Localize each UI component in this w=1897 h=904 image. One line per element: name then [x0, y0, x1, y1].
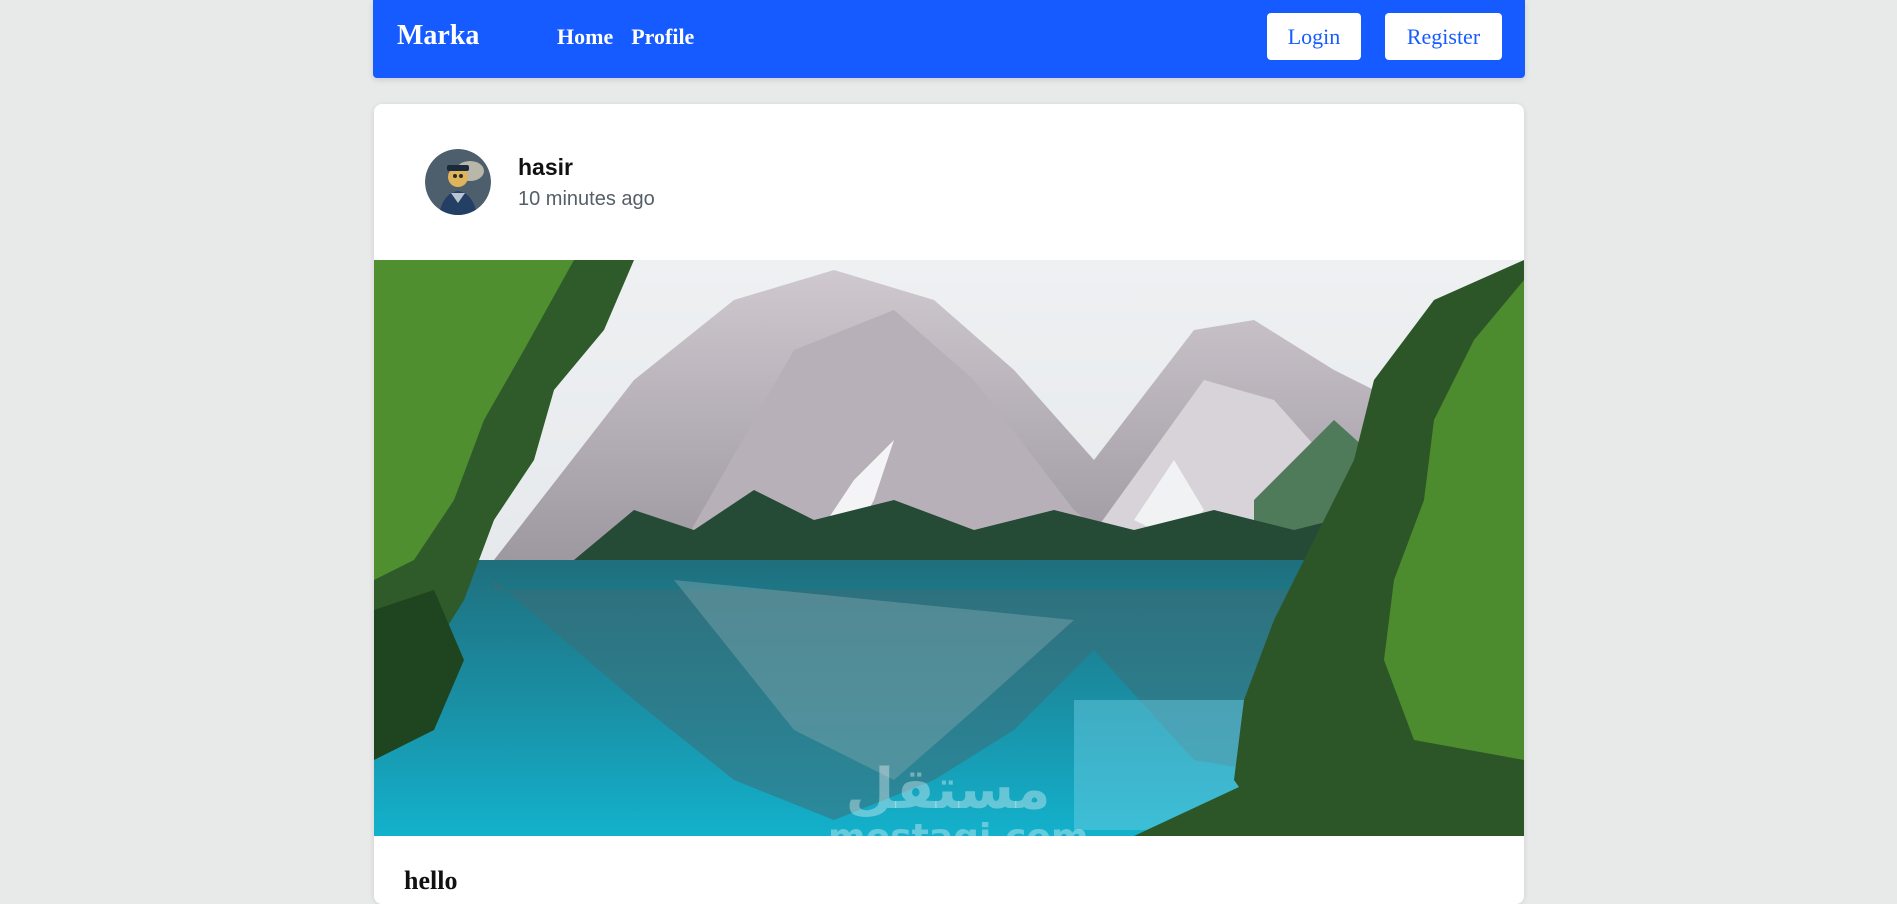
nav-link-home[interactable]: Home [557, 24, 613, 50]
top-navbar: Marka Home Profile Login Register [373, 0, 1525, 78]
post-timestamp: 10 minutes ago [518, 188, 655, 210]
brand-logo[interactable]: Marka [397, 20, 479, 52]
login-button[interactable]: Login [1267, 13, 1361, 60]
post-image[interactable] [374, 260, 1524, 836]
user-avatar[interactable] [425, 149, 491, 215]
nav-links: Home Profile [557, 24, 694, 50]
post-body-text: hello [404, 866, 458, 895]
nav-link-profile[interactable]: Profile [631, 24, 694, 50]
post-author-name[interactable]: hasir [518, 154, 573, 181]
register-button[interactable]: Register [1385, 13, 1502, 60]
post-card: hasir 10 minutes ago hello [374, 104, 1524, 904]
